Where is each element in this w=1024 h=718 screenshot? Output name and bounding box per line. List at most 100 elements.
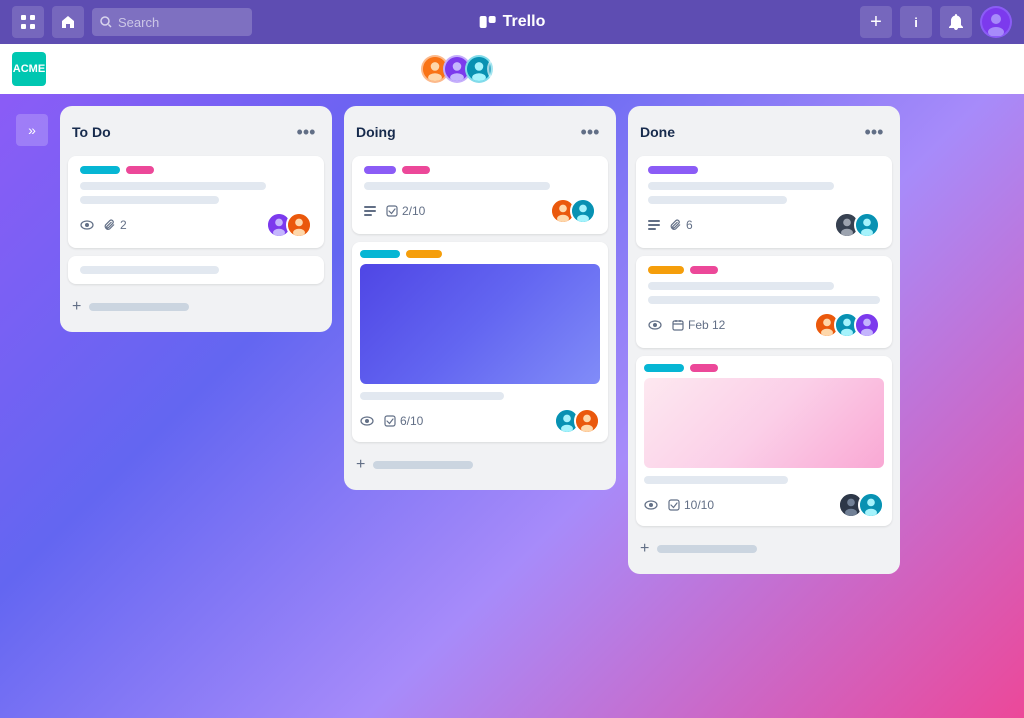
nav-right-section: + i: [860, 6, 1012, 38]
list-todo-header: To Do •••: [68, 116, 324, 148]
doing-card-2-avatars: [554, 408, 600, 434]
tag-pink: [690, 364, 718, 372]
tag-pink: [402, 166, 430, 174]
done-card-2-avatars: [814, 312, 880, 338]
todo-card-1-avatars: [266, 212, 312, 238]
grid-icon-button[interactable]: [12, 6, 44, 38]
list-todo-menu-button[interactable]: •••: [292, 118, 320, 146]
tag-yellow: [648, 266, 684, 274]
board-title: Project Team Spirit: [121, 59, 284, 80]
sidebar-toggle-button[interactable]: »: [16, 114, 48, 146]
done-card-1[interactable]: 6: [636, 156, 892, 248]
doing-card-2-tags: [360, 250, 600, 258]
user-avatar[interactable]: [980, 6, 1012, 38]
board-more-button[interactable]: •••: [895, 55, 922, 84]
list-doing: Doing ••• 2/10: [344, 106, 616, 490]
tag-purple: [648, 166, 698, 174]
done-card-3-tags: [644, 364, 884, 372]
checklist-count: 10/10: [684, 498, 714, 512]
app-title: Trello: [479, 13, 546, 31]
eye-meta: [360, 416, 374, 426]
add-button[interactable]: +: [860, 6, 892, 38]
ellipsis-icon: •••: [899, 59, 918, 79]
home-icon-button[interactable]: [52, 6, 84, 38]
card-gradient-image: [644, 378, 884, 468]
done-card-3[interactable]: 10/10: [636, 356, 892, 526]
checklist-meta: 10/10: [668, 498, 714, 512]
plus-icon: +: [356, 456, 365, 474]
doing-card-2[interactable]: 6/10: [352, 242, 608, 442]
done-card-1-footer: 6: [648, 212, 880, 238]
doing-card-1-text: [364, 182, 596, 190]
filter-button[interactable]: [932, 55, 1012, 83]
list-done-header: Done •••: [636, 116, 892, 148]
list-todo: To Do ••• 2: [60, 106, 332, 332]
todo-card-1-footer: 2: [80, 212, 312, 238]
search-bar[interactable]: Search: [92, 8, 252, 36]
text-line: [360, 392, 504, 400]
tag-purple: [364, 166, 396, 174]
board-main: » To Do •••: [0, 94, 1024, 718]
star-button[interactable]: ★: [294, 59, 308, 79]
app-name: Trello: [503, 13, 546, 31]
done-card-2-text: [648, 282, 880, 304]
list-done: Done ••• 6: [628, 106, 900, 574]
doing-card-2-footer: 6/10: [360, 408, 600, 434]
add-card-text-line: [89, 303, 189, 311]
todo-card-1-tags: [80, 166, 312, 174]
checklist-count: 6/10: [400, 414, 423, 428]
text-line: [648, 182, 834, 190]
card-meta: 2/10: [364, 204, 425, 218]
card-avatar: [570, 198, 596, 224]
done-card-2-tags: [648, 266, 880, 274]
chevron-down-icon: ▾: [97, 62, 103, 76]
attachment-meta: 6: [670, 218, 693, 232]
todo-card-2[interactable]: [68, 256, 324, 284]
text-line: [648, 282, 834, 290]
todo-add-card-button[interactable]: +: [68, 292, 324, 322]
acme-inc-chip[interactable]: Acme, Inc.: [329, 58, 410, 81]
attachment-meta: 2: [104, 218, 127, 232]
checklist-count: 2/10: [402, 204, 425, 218]
card-meta: Feb 12: [648, 318, 725, 332]
divider: [318, 57, 319, 81]
doing-card-1-tags: [364, 166, 596, 174]
doing-card-1-avatars: [550, 198, 596, 224]
doing-add-card-button[interactable]: +: [352, 450, 608, 480]
done-card-1-text: [648, 182, 880, 204]
workspace-label: oo: [80, 62, 93, 76]
tag-cyan: [644, 364, 684, 372]
invite-button[interactable]: Invite: [525, 57, 580, 82]
tag-pink: [126, 166, 154, 174]
date-label: Feb 12: [688, 318, 725, 332]
text-line: [80, 182, 266, 190]
done-card-3-avatars: [838, 492, 884, 518]
plus-icon: +: [640, 540, 649, 558]
info-button[interactable]: i: [900, 6, 932, 38]
top-navigation: Search Trello + i: [0, 0, 1024, 44]
acme-logo: ACME: [12, 52, 46, 86]
workspace-button[interactable]: ⊞ oo ▾: [56, 57, 111, 82]
card-avatar: [854, 312, 880, 338]
done-add-card-button[interactable]: +: [636, 534, 892, 564]
text-line: [644, 476, 788, 484]
tag-pink: [690, 266, 718, 274]
card-image: [360, 264, 600, 384]
plus-icon: +: [72, 298, 81, 316]
add-card-text-line: [373, 461, 473, 469]
notifications-button[interactable]: [940, 6, 972, 38]
checklist-meta: 2/10: [386, 204, 425, 218]
done-card-2[interactable]: Feb 12: [636, 256, 892, 348]
member-avatars: +12: [421, 55, 515, 83]
text-line: [364, 182, 550, 190]
board-header: ACME ⊞ oo ▾ Project Team Spirit ★ Acme, …: [0, 44, 1024, 94]
list-icon-meta: [364, 206, 376, 216]
list-doing-menu-button[interactable]: •••: [576, 118, 604, 146]
done-card-3-footer: 10/10: [644, 492, 884, 518]
list-done-menu-button[interactable]: •••: [860, 118, 888, 146]
eye-meta: [644, 500, 658, 510]
member-count-badge[interactable]: +12: [487, 55, 515, 83]
todo-card-1[interactable]: 2: [68, 156, 324, 248]
doing-card-1[interactable]: 2/10: [352, 156, 608, 234]
text-line: [648, 196, 787, 204]
